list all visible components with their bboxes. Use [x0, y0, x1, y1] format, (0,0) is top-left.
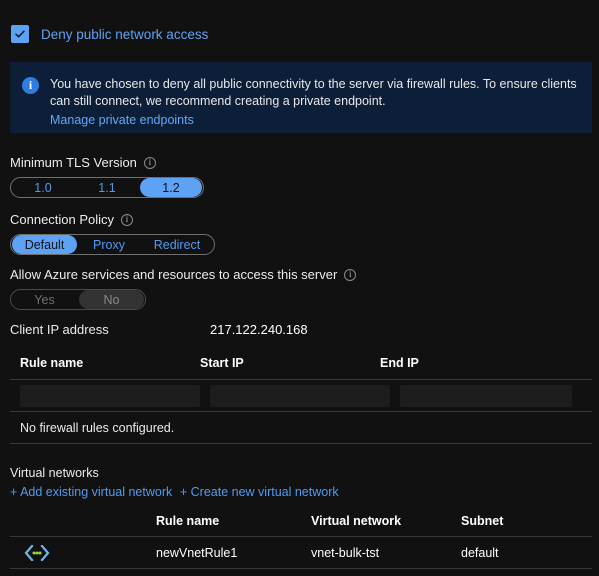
virtual-network-icon — [10, 544, 156, 561]
allow-azure-services-field: Allow Azure services and resources to ac… — [10, 267, 357, 310]
virtual-networks-column-subnet: Subnet — [461, 514, 504, 528]
vnet-subnet: default — [461, 545, 499, 560]
client-ip-address-row: Client IP address 217.122.240.168 — [10, 322, 410, 337]
allow-azure-services-toggle: Yes No — [10, 289, 146, 310]
virtual-networks-title: Virtual networks — [10, 466, 99, 480]
virtual-networks-column-rule-name: Rule name — [156, 514, 220, 528]
private-endpoint-info-banner: i You have chosen to deny all public con… — [10, 62, 592, 133]
minimum-tls-version-label: Minimum TLS Version — [10, 155, 137, 170]
table-divider — [10, 443, 592, 444]
connection-policy-option-proxy[interactable]: Proxy — [79, 235, 139, 254]
connection-policy-label-row: Connection Policy i — [10, 212, 215, 227]
add-existing-virtual-network-link[interactable]: + Add existing virtual network — [10, 485, 172, 499]
checkbox-checked-icon[interactable] — [11, 25, 29, 43]
info-icon[interactable]: i — [121, 213, 134, 226]
vnet-rule-name: newVnetRule1 — [156, 545, 238, 560]
virtual-networks-section: Virtual networks + Add existing virtual … — [10, 466, 592, 569]
firewall-rules-empty-message: No firewall rules configured. — [20, 420, 175, 435]
firewall-column-rule-name: Rule name — [20, 356, 84, 370]
allow-azure-services-option-yes: Yes — [34, 292, 55, 307]
banner-body: You have chosen to deny all public conne… — [50, 76, 580, 133]
allow-azure-services-label: Allow Azure services and resources to ac… — [10, 267, 338, 282]
connection-policy-option-default[interactable]: Default — [12, 235, 77, 254]
table-row[interactable]: newVnetRule1 vnet-bulk-tst default — [10, 537, 592, 568]
minimum-tls-version-segmented-control[interactable]: 1.0 1.1 1.2 — [10, 177, 204, 198]
allow-azure-services-option-no: No — [79, 290, 144, 309]
virtual-networks-links: + Add existing virtual network + Create … — [10, 483, 592, 501]
tls-option-1-0[interactable]: 1.0 — [12, 178, 74, 197]
connection-policy-option-redirect[interactable]: Redirect — [141, 235, 213, 254]
client-ip-address-value: 217.122.240.168 — [210, 322, 308, 337]
info-icon[interactable]: i — [344, 268, 357, 281]
connection-policy-segmented-control[interactable]: Default Proxy Redirect — [10, 234, 215, 255]
minimum-tls-version-label-row: Minimum TLS Version i — [10, 155, 204, 170]
connection-policy-label: Connection Policy — [10, 212, 115, 227]
firewall-start-ip-input[interactable] — [210, 384, 390, 407]
minimum-tls-version-field: Minimum TLS Version i 1.0 1.1 1.2 — [10, 155, 204, 198]
info-circle-icon: i — [22, 77, 39, 94]
firewall-rules-header-row: Rule name Start IP End IP — [10, 356, 592, 379]
firewall-column-start-ip: Start IP — [200, 356, 244, 370]
tls-option-1-1[interactable]: 1.1 — [76, 178, 138, 197]
tls-option-1-2[interactable]: 1.2 — [140, 178, 202, 197]
virtual-networks-column-virtual-network: Virtual network — [311, 514, 402, 528]
banner-message: You have chosen to deny all public conne… — [50, 77, 577, 108]
deny-public-network-access-label[interactable]: Deny public network access — [41, 27, 208, 42]
firewall-rules-table: Rule name Start IP End IP No firewall ru… — [10, 356, 592, 444]
deny-public-network-access-row[interactable]: Deny public network access — [0, 0, 599, 48]
virtual-networks-header-row: Rule name Virtual network Subnet — [10, 514, 592, 536]
table-divider — [10, 568, 592, 569]
connection-policy-field: Connection Policy i Default Proxy Redire… — [10, 212, 215, 255]
client-ip-address-label: Client IP address — [10, 322, 109, 337]
vnet-virtual-network: vnet-bulk-tst — [311, 545, 380, 560]
allow-azure-services-label-row: Allow Azure services and resources to ac… — [10, 267, 357, 282]
firewall-new-rule-row — [10, 380, 592, 411]
firewall-end-ip-input[interactable] — [400, 384, 572, 407]
create-new-virtual-network-link[interactable]: + Create new virtual network — [180, 485, 339, 499]
firewall-column-end-ip: End IP — [380, 356, 419, 370]
manage-private-endpoints-link[interactable]: Manage private endpoints — [50, 112, 194, 129]
firewall-rule-name-input[interactable] — [20, 384, 200, 407]
info-icon[interactable]: i — [143, 156, 156, 169]
